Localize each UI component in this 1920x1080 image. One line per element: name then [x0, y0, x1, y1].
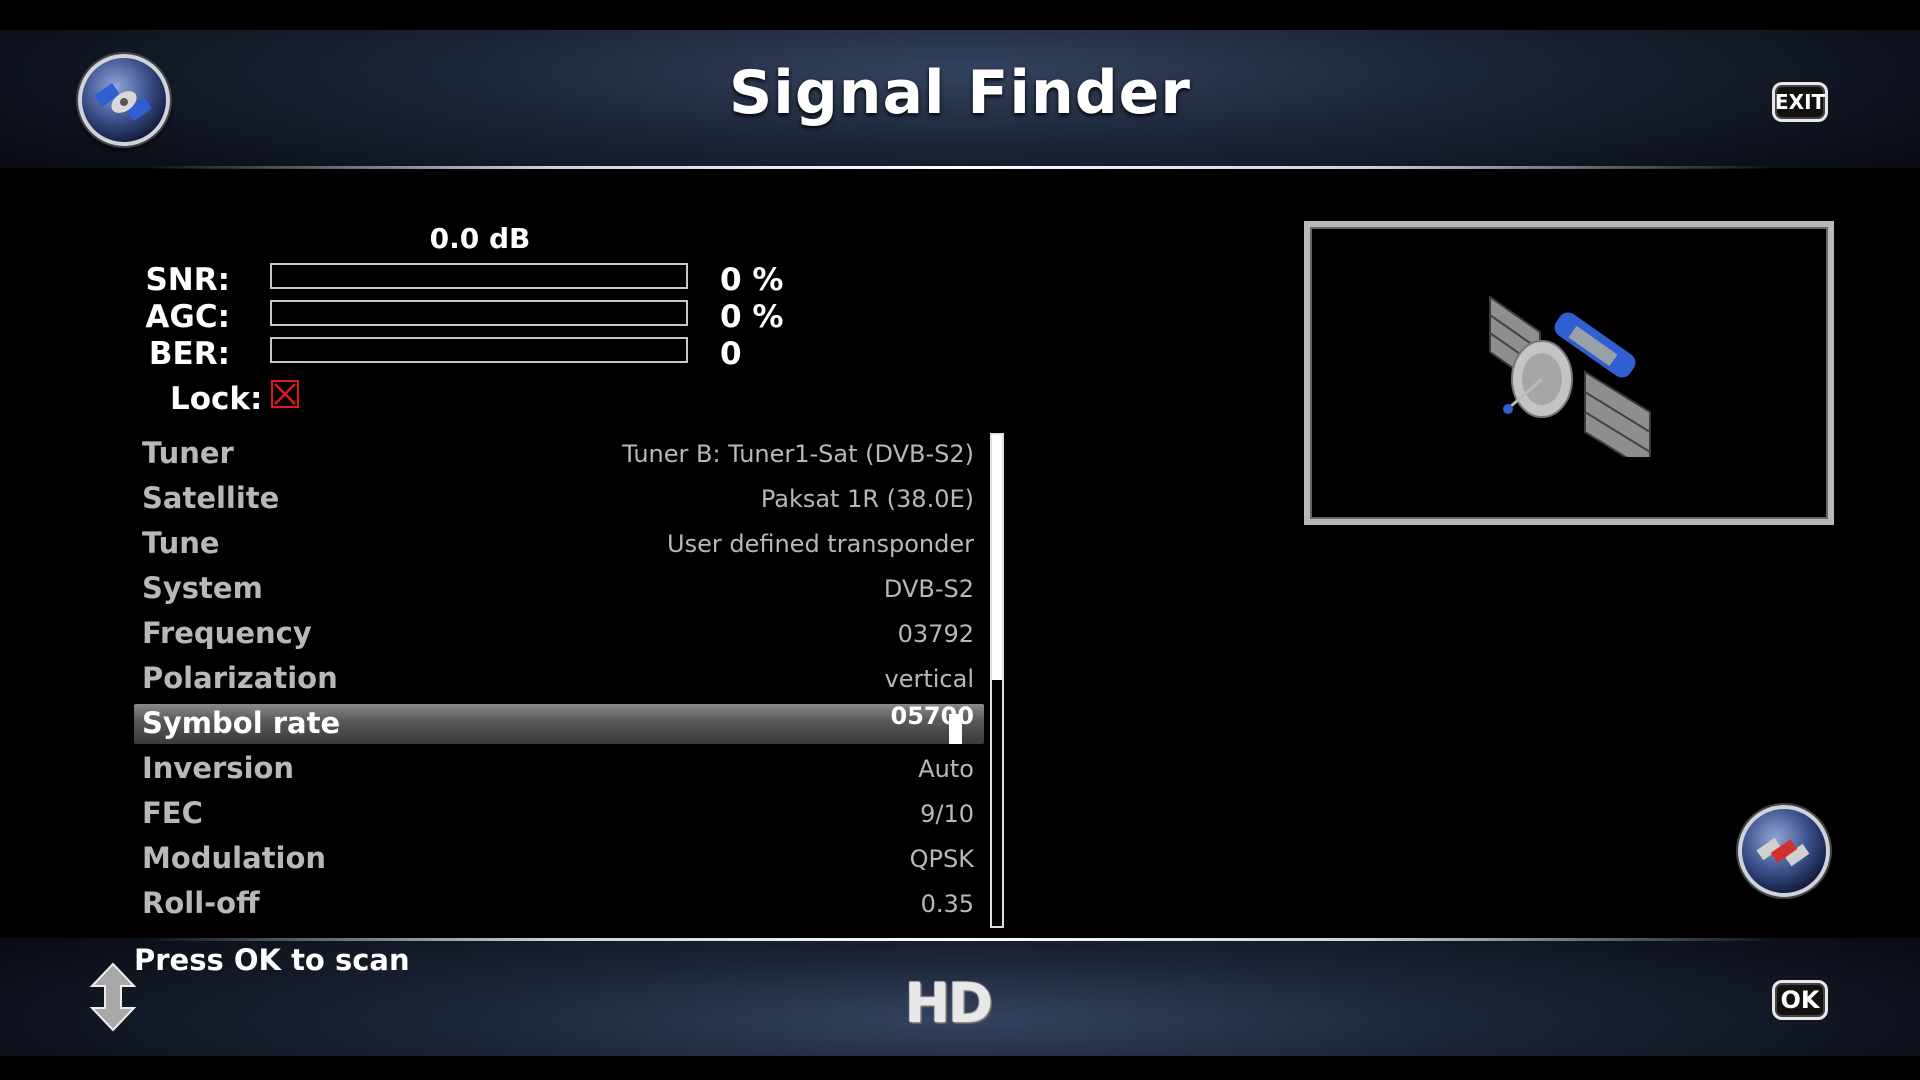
scan-hint: Press OK to scan [134, 943, 410, 977]
up-down-arrows-icon [89, 962, 137, 1032]
setting-label: Satellite [142, 481, 280, 515]
footer-divider [140, 938, 1780, 941]
setting-label: Tuner [142, 436, 234, 470]
agc-label: AGC: [145, 299, 230, 335]
text-cursor [949, 714, 962, 744]
setting-row-symbol-rate[interactable]: Symbol rate 05700 [134, 702, 984, 744]
setting-value: User defined transponder [667, 530, 974, 558]
setting-value: DVB-S2 [883, 575, 974, 603]
cross-icon [274, 383, 296, 405]
snr-label: SNR: [145, 262, 230, 298]
setting-row-fec[interactable]: FEC 9/10 [134, 794, 984, 834]
scrollbar-thumb[interactable] [992, 435, 1002, 680]
setting-row-roll-off[interactable]: Roll-off 0.35 [134, 884, 984, 924]
setting-value: 0.35 [920, 890, 974, 918]
setting-label: FEC [142, 796, 203, 830]
setting-row-tune[interactable]: Tune User defined transponder [134, 524, 984, 564]
setting-value: Tuner B: Tuner1-Sat (DVB-S2) [622, 440, 974, 468]
page-title: Signal Finder [729, 58, 1191, 128]
setting-row-inversion[interactable]: Inversion Auto [134, 749, 984, 789]
setting-row-frequency[interactable]: Frequency 03792 [134, 614, 984, 654]
setting-value: Paksat 1R (38.0E) [760, 485, 974, 513]
settings-scrollbar[interactable] [990, 433, 1004, 928]
setting-row-tuner[interactable]: Tuner Tuner B: Tuner1-Sat (DVB-S2) [134, 434, 984, 474]
ok-button[interactable]: OK [1772, 980, 1828, 1020]
setting-label: Frequency [142, 616, 312, 650]
satellite-dish-icon [1738, 805, 1830, 897]
setting-value: QPSK [909, 845, 974, 873]
setting-label: Tune [142, 526, 220, 560]
setting-label: Polarization [142, 661, 338, 695]
snr-value: 0 % [720, 262, 784, 298]
setting-value: vertical [884, 665, 974, 693]
setting-label: Inversion [142, 751, 295, 785]
exit-button[interactable]: EXIT [1772, 82, 1828, 122]
header-divider [140, 166, 1780, 169]
setting-value: 03792 [897, 620, 974, 648]
setting-label: Symbol rate [142, 706, 341, 740]
ber-label: BER: [148, 336, 230, 372]
setting-value: 9/10 [920, 800, 974, 828]
ber-value: 0 [720, 336, 742, 372]
agc-value: 0 % [720, 299, 784, 335]
lock-status-indicator [271, 380, 299, 408]
setting-value: Auto [918, 755, 974, 783]
agc-bar [270, 300, 688, 326]
setting-label: Modulation [142, 841, 327, 875]
signal-db-readout: 0.0 dB [429, 222, 531, 255]
ber-bar [270, 337, 688, 363]
preview-window [1304, 221, 1834, 525]
lock-label: Lock: [170, 381, 263, 417]
setting-label: Roll-off [142, 886, 260, 920]
setting-row-system[interactable]: System DVB-S2 [134, 569, 984, 609]
snr-bar [270, 263, 688, 289]
setting-row-satellite[interactable]: Satellite Paksat 1R (38.0E) [134, 479, 984, 519]
setting-label: System [142, 571, 263, 605]
setting-row-modulation[interactable]: Modulation QPSK [134, 839, 984, 879]
hd-logo: HD [905, 972, 993, 1035]
satellite-icon [1489, 295, 1651, 457]
setting-row-polarization[interactable]: Polarization vertical [134, 659, 984, 699]
